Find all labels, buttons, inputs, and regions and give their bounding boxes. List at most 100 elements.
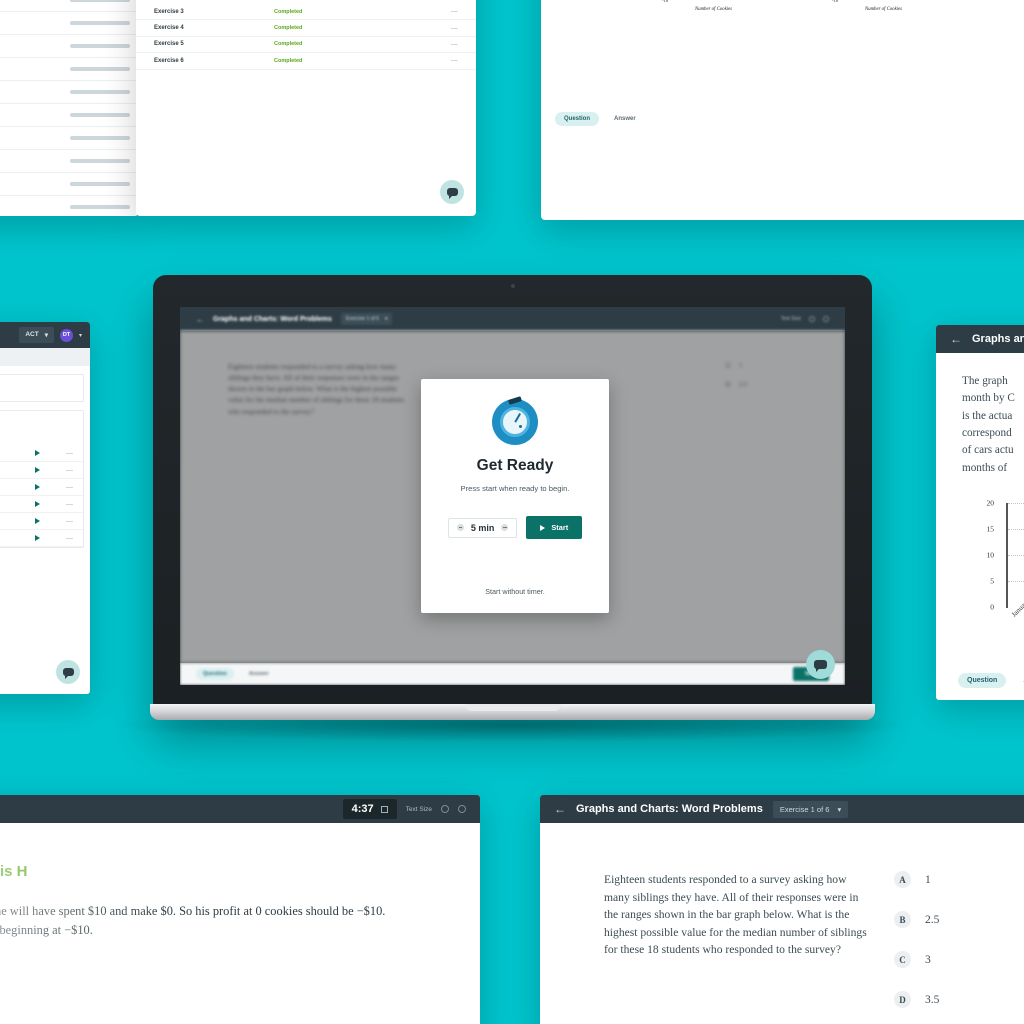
progress-bar	[70, 136, 130, 140]
graph-grid: 481216 O10-10 Number of Cookies 481216 O…	[541, 0, 1024, 102]
avatar[interactable]: DT	[59, 328, 73, 342]
back-icon[interactable]: ←	[950, 332, 962, 346]
chevron-down-icon[interactable]: ▾	[79, 332, 82, 339]
list-item[interactable]: —	[0, 530, 83, 547]
y-tick: 15	[986, 524, 995, 534]
list-item[interactable]: —	[0, 479, 83, 496]
text-size-decrease-icon[interactable]	[441, 805, 449, 813]
bottom-right-question-panel: ← Graphs and Charts: Word Problems Exerc…	[540, 795, 1024, 1024]
row-action[interactable]: —	[451, 25, 458, 32]
row-action[interactable]: —	[451, 41, 458, 48]
start-without-timer-link[interactable]: Start without timer.	[485, 587, 545, 596]
chevron-down-icon: ▾	[384, 316, 388, 322]
list-item[interactable]	[0, 127, 138, 150]
exercise-name: Exercise 4	[154, 25, 184, 32]
play-icon[interactable]	[35, 467, 40, 473]
progress-bar	[70, 90, 130, 94]
chat-support-button[interactable]	[806, 650, 835, 679]
chevron-down-icon: ▾	[44, 332, 48, 339]
subject-dropdown[interactable]: ACT ▾	[19, 327, 54, 343]
progress-bar	[70, 205, 130, 209]
table-row[interactable]: Exercise 5 Completed —	[136, 37, 476, 54]
answer-choice-b[interactable]: B 2.5	[894, 911, 939, 928]
choice-text: 3	[925, 953, 931, 966]
exercise-name: Exercise 3	[154, 8, 184, 15]
status-badge: Completed	[274, 57, 303, 64]
modal-subtitle: Press start when ready to begin.	[460, 484, 570, 493]
table-row[interactable]: Exercise 6 Completed —	[136, 53, 476, 70]
decrement-button[interactable]	[456, 524, 464, 531]
pause-icon[interactable]	[380, 805, 388, 813]
chat-support-button[interactable]	[56, 660, 80, 684]
play-icon[interactable]	[35, 501, 40, 507]
text-size-decrease-icon[interactable]	[809, 316, 815, 322]
table-row[interactable]: Exercise 4 Completed —	[136, 20, 476, 37]
list-item[interactable]	[0, 104, 138, 127]
app-footer: Question Answer Next	[180, 663, 845, 685]
play-icon[interactable]	[35, 518, 40, 524]
bottom-left-header: e 4 of 6 ▾ 4:37 Text Size	[0, 795, 480, 823]
choice-letter: A	[894, 871, 911, 888]
list-item[interactable]: —	[0, 496, 83, 513]
tab-answer[interactable]: Answer	[242, 668, 276, 680]
timer-stepper[interactable]: 5 min	[447, 517, 518, 538]
table-row[interactable]: Exercise 3 Completed —	[136, 4, 476, 21]
chevron-down-icon: ▾	[837, 804, 842, 814]
timer-value: 5 min	[470, 522, 495, 533]
page-title: Graphs and Charts: Word Problems	[213, 315, 332, 323]
back-icon[interactable]: ←	[196, 315, 204, 324]
text-size-increase-icon[interactable]	[458, 805, 466, 813]
subject-label: ACT	[25, 331, 39, 338]
progress-list-panel	[0, 0, 138, 216]
play-icon[interactable]	[35, 535, 40, 541]
exercise-label: Exercise 1 of 6	[345, 316, 379, 322]
list-item[interactable]: —	[0, 462, 83, 479]
list-item[interactable]	[0, 58, 138, 81]
get-ready-modal: Get Ready Press start when ready to begi…	[421, 379, 609, 613]
answer-choice-a[interactable]: A 1	[894, 871, 939, 888]
exercise-dropdown[interactable]: Exercise 1 of 6 ▾	[772, 800, 849, 818]
timer-display[interactable]: 4:37	[342, 799, 397, 819]
question-text: Eighteen students responded to a survey …	[604, 873, 867, 957]
increment-button[interactable]	[501, 524, 509, 531]
laptop-screen: ← Graphs and Charts: Word Problems Exerc…	[180, 307, 845, 685]
explanation-line-1: s, he will have spent $10 and make $0. S…	[0, 904, 386, 918]
list-item[interactable]	[0, 150, 138, 173]
tab-answer[interactable]: Answer	[1014, 673, 1024, 688]
answer-choice-c[interactable]: C 3	[894, 951, 939, 968]
list-item[interactable]	[0, 12, 138, 35]
play-icon[interactable]	[35, 484, 40, 490]
chat-bubble-icon	[814, 660, 827, 672]
tab-question[interactable]: Question	[196, 668, 234, 680]
exercise-dropdown[interactable]: Exercise 1 of 6 ▾	[340, 313, 393, 325]
row-action[interactable]: —	[451, 8, 458, 15]
progress-bar	[70, 0, 130, 2]
bottom-right-body: Eighteen students responded to a survey …	[540, 823, 1024, 1024]
row-action[interactable]: —	[451, 57, 458, 64]
list-item[interactable]	[0, 173, 138, 196]
list-item[interactable]: —	[0, 445, 83, 462]
start-button[interactable]: Start	[526, 516, 583, 539]
answer-choice-d[interactable]: D 3.5	[894, 991, 939, 1008]
list-item[interactable]	[0, 0, 138, 12]
chat-support-button[interactable]	[440, 180, 464, 204]
play-icon[interactable]	[35, 450, 40, 456]
modal-controls: 5 min Start	[447, 516, 583, 539]
webcam-icon	[510, 284, 515, 288]
tab-question[interactable]: Question	[555, 112, 600, 126]
progress-bar	[70, 159, 130, 163]
x-axis-label: Number of Cookies	[865, 7, 903, 12]
laptop-mockup: ← Graphs and Charts: Word Problems Exerc…	[115, 275, 910, 742]
tab-question[interactable]: Question	[958, 673, 1007, 688]
text-size-increase-icon[interactable]	[823, 316, 829, 322]
tab-answer[interactable]: Answer	[605, 112, 645, 126]
list-item[interactable]	[0, 196, 138, 216]
answer-heading: is H	[0, 863, 28, 880]
list-item[interactable]	[0, 35, 138, 58]
row-action: —	[66, 500, 73, 508]
laptop-lid: ← Graphs and Charts: Word Problems Exerc…	[153, 275, 872, 715]
list-item[interactable]	[0, 81, 138, 104]
page-title: Graphs and Cha	[972, 333, 1024, 345]
list-item[interactable]: —	[0, 513, 83, 530]
back-icon[interactable]: ←	[554, 802, 566, 816]
